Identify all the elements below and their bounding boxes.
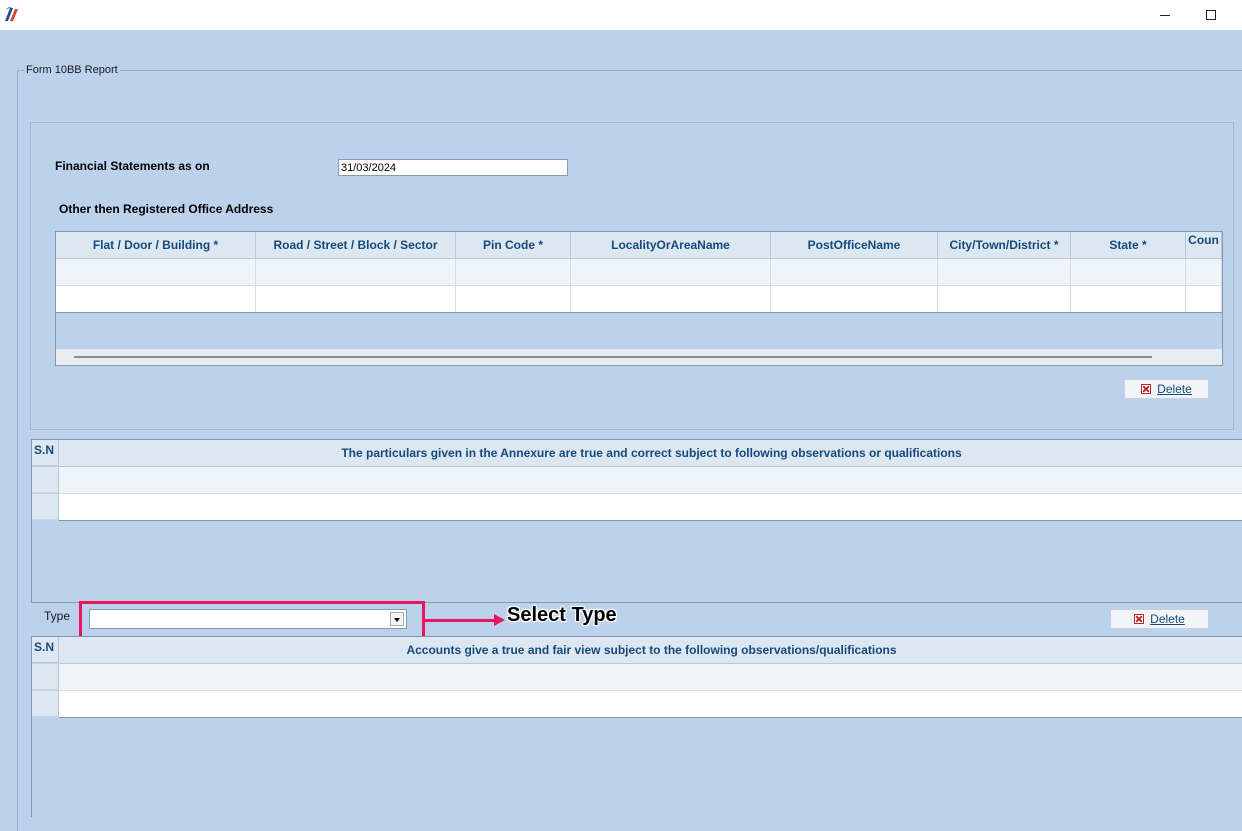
other-address-label: Other then Registered Office Address [59,202,274,216]
accounts-delete-button[interactable]: Delete [1110,609,1209,629]
col-pin-code[interactable]: Pin Code * [456,232,571,258]
financial-statements-label: Financial Statements as on [55,159,210,173]
highlight-box [79,601,425,641]
col-country[interactable]: Coun [1186,232,1222,258]
address-delete-button[interactable]: Delete [1124,379,1209,399]
row-sn [32,494,59,520]
col-post-office[interactable]: PostOfficeName [771,232,938,258]
col-flat-door-building[interactable]: Flat / Door / Building * [56,232,256,258]
delete-icon [1141,384,1152,394]
col-city[interactable]: City/Town/District * [938,232,1071,258]
group-legend: Form 10BB Report [24,64,120,76]
particulars-sn-header: S.N [32,440,59,466]
table-row[interactable] [56,286,1222,313]
callout-arrow-line [425,619,497,622]
table-row[interactable] [59,691,1242,718]
callout-text: Select Type [507,604,617,626]
table-row[interactable] [59,494,1242,521]
particulars-header: The particulars given in the Annexure ar… [59,440,1242,467]
horizontal-scrollbar[interactable] [56,349,1222,365]
table-row[interactable] [59,467,1242,494]
address-grid[interactable]: Flat / Door / Building * Road / Street /… [55,231,1223,366]
row-sn [32,467,59,493]
col-state[interactable]: State * [1071,232,1186,258]
table-row[interactable] [59,664,1242,691]
minimize-button[interactable] [1150,4,1180,26]
table-row[interactable] [56,259,1222,286]
maximize-button[interactable] [1196,4,1226,26]
row-sn [32,691,59,717]
financial-date-input[interactable] [338,159,568,176]
address-grid-header: Flat / Door / Building * Road / Street /… [56,232,1222,259]
app-logo-icon [5,7,18,21]
scrollbar-thumb[interactable] [74,356,1152,358]
type-label: Type [44,609,71,623]
accounts-grid[interactable]: S.N Accounts give a true and fair view s… [31,636,1242,817]
accounts-sn-header: S.N [32,637,59,663]
delete-icon [1134,614,1145,624]
title-bar [0,0,1242,30]
col-locality[interactable]: LocalityOrAreaName [571,232,771,258]
particulars-grid[interactable]: S.N The particulars given in the Annexur… [31,439,1242,603]
row-sn [32,664,59,690]
col-road-street[interactable]: Road / Street / Block / Sector [256,232,456,258]
arrow-right-icon [494,614,505,626]
accounts-header: Accounts give a true and fair view subje… [59,637,1242,664]
